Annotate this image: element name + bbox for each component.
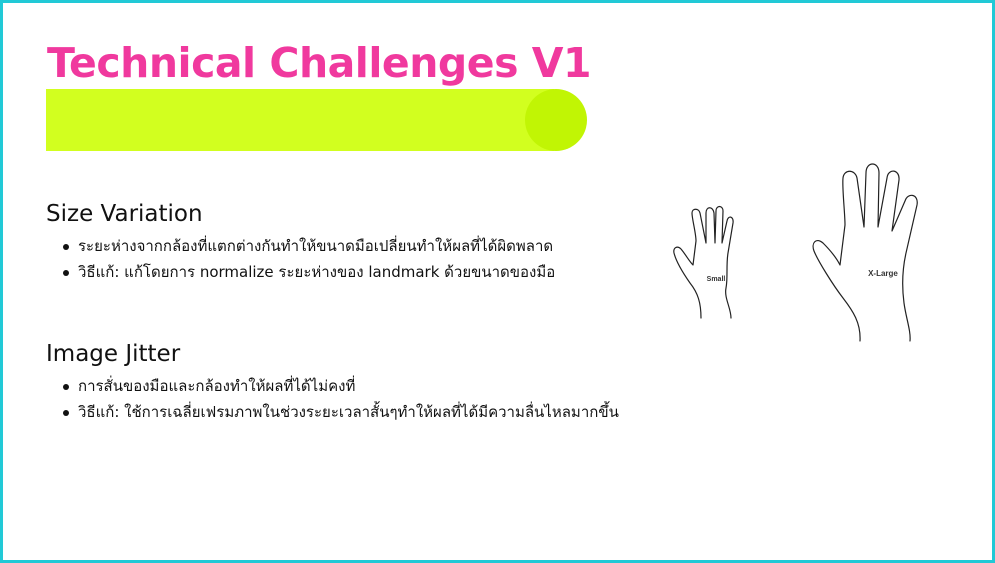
section-heading: Size Variation [46, 201, 203, 227]
small-hand-label: Small [707, 276, 726, 283]
bullet-item: วิธีแก้: ใช้การเฉลี่ยเฟรมภาพในช่วงระยะเว… [46, 399, 619, 425]
bullet-item: การสั่นของมือและกล้องทำให้ผลที่ได้ไม่คงท… [46, 373, 619, 399]
section-heading: Image Jitter [46, 341, 181, 367]
bullet-item: ระยะห่างจากกล้องที่แตกต่างกันทำให้ขนาดมื… [46, 233, 555, 259]
title-accent-circle [525, 89, 587, 151]
bullet-item: วิธีแก้: แก้โดยการ normalize ระยะห่างของ… [46, 259, 555, 285]
bullet-list: ระยะห่างจากกล้องที่แตกต่างกันทำให้ขนาดมื… [46, 233, 555, 285]
small-hand-outline [673, 205, 734, 319]
large-hand-label: X-Large [868, 269, 898, 278]
large-hand-outline [812, 163, 918, 342]
slide-title: Technical Challenges V1 [47, 39, 592, 87]
title-accent-bar [46, 89, 554, 151]
hand-size-illustration: Small X-Large [673, 163, 918, 342]
section-image-jitter: Image Jitter การสั่นของมือและกล้องทำให้ผ… [46, 341, 619, 425]
section-size-variation: Size Variation ระยะห่างจากกล้องที่แตกต่า… [46, 201, 555, 285]
slide-frame: Technical Challenges V1 Size Variation ร… [0, 0, 995, 563]
bullet-list: การสั่นของมือและกล้องทำให้ผลที่ได้ไม่คงท… [46, 373, 619, 425]
